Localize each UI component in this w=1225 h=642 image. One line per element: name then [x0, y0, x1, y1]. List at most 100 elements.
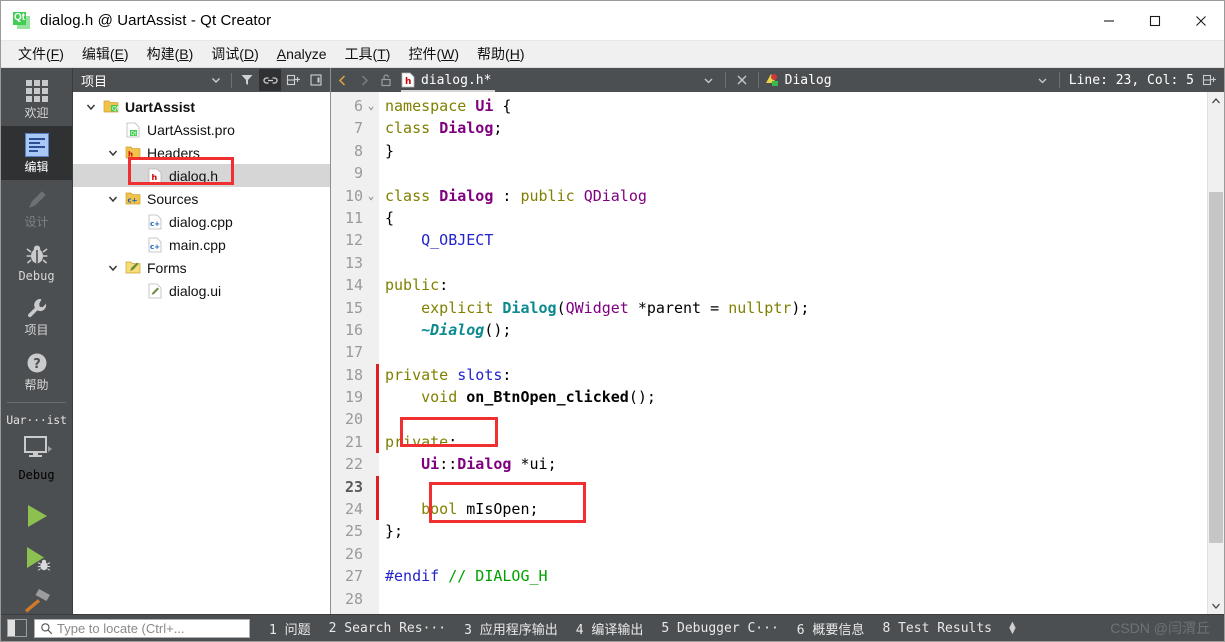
- mode-item-projects[interactable]: 项目: [1, 289, 72, 343]
- status-item-general[interactable]: 6 概要信息: [788, 619, 874, 638]
- code-text[interactable]: namespace Ui {class Dialog;} class Dialo…: [379, 92, 1207, 614]
- fold-marker-icon[interactable]: ⌄: [363, 95, 379, 117]
- run-button[interactable]: [22, 502, 52, 530]
- gutter-line[interactable]: 10 ⌄: [331, 185, 379, 207]
- code-line[interactable]: [379, 341, 1207, 363]
- line-number-gutter[interactable]: 6 ⌄ 7 8 9 10 ⌄ 11 12 13 14 15 16 17 18 19 20 21 22 23 24 25 26…: [331, 92, 379, 614]
- symbol-dropdown-icon[interactable]: [1032, 75, 1054, 86]
- filter-icon[interactable]: [236, 69, 258, 91]
- gutter-line[interactable]: 17: [331, 341, 379, 363]
- menu-item-build[interactable]: 构建(B): [138, 41, 203, 67]
- tree-item-uartassist[interactable]: Qt UartAssist: [73, 95, 330, 118]
- code-line[interactable]: ~Dialog();: [379, 319, 1207, 341]
- editor-tab-dropdown-icon[interactable]: [698, 75, 720, 86]
- code-line[interactable]: void on_BtnOpen_clicked();: [379, 386, 1207, 408]
- menu-item-debug[interactable]: 调试(D): [202, 41, 267, 67]
- gutter-line[interactable]: 15: [331, 297, 379, 319]
- gutter-line[interactable]: 21: [331, 430, 379, 454]
- gutter-line[interactable]: 7: [331, 117, 379, 139]
- code-line[interactable]: namespace Ui {: [379, 95, 1207, 117]
- code-line[interactable]: {: [379, 207, 1207, 229]
- gutter-line[interactable]: 25: [331, 520, 379, 542]
- tree-item-headers[interactable]: h Headers: [73, 141, 330, 164]
- menu-item-tools[interactable]: 工具(T): [336, 41, 400, 67]
- chevron-right-icon[interactable]: [353, 74, 375, 87]
- mode-item-design[interactable]: 设计: [1, 180, 72, 234]
- chevron-down-icon[interactable]: [205, 69, 227, 91]
- gutter-line[interactable]: 18: [331, 363, 379, 387]
- status-item-app-output[interactable]: 3 应用程序输出: [455, 619, 567, 638]
- code-line[interactable]: explicit Dialog(QWidget *parent = nullpt…: [379, 297, 1207, 319]
- code-line[interactable]: private slots:: [379, 364, 1207, 386]
- status-item-issues[interactable]: 1 问题: [260, 619, 320, 638]
- code-line[interactable]: [379, 408, 1207, 430]
- gutter-line[interactable]: 8: [331, 140, 379, 162]
- code-line[interactable]: }: [379, 140, 1207, 162]
- mode-item-welcome[interactable]: 欢迎: [1, 72, 72, 126]
- code-line[interactable]: Q_OBJECT: [379, 229, 1207, 251]
- split-editor-icon[interactable]: [1198, 73, 1220, 88]
- code-line[interactable]: #endif // DIALOG_H: [379, 565, 1207, 587]
- code-line[interactable]: class Dialog;: [379, 117, 1207, 139]
- mode-item-edit[interactable]: 编辑: [1, 125, 72, 181]
- menu-item-help[interactable]: 帮助(H): [468, 41, 533, 67]
- chevron-down-icon[interactable]: [103, 193, 123, 205]
- gutter-line[interactable]: 14: [331, 274, 379, 296]
- build-button[interactable]: [21, 586, 53, 614]
- tree-item-dialog-h[interactable]: h dialog.h: [73, 164, 330, 187]
- gutter-line[interactable]: 19: [331, 386, 379, 409]
- tree-item-sources[interactable]: c+ Sources: [73, 187, 330, 210]
- chevron-down-icon[interactable]: [103, 147, 123, 159]
- symbol-selector[interactable]: Dialog: [764, 72, 1032, 88]
- output-pane-spinner[interactable]: ▲ ▼: [1007, 620, 1018, 637]
- code-line[interactable]: public:: [379, 274, 1207, 296]
- chevron-down-icon[interactable]: [81, 101, 101, 113]
- menu-item-edit[interactable]: 编辑(E): [73, 41, 138, 67]
- menu-item-widgets[interactable]: 控件(W): [399, 41, 468, 67]
- code-line[interactable]: [379, 588, 1207, 610]
- gutter-line[interactable]: 28: [331, 588, 379, 610]
- target-selector[interactable]: [17, 432, 57, 464]
- status-item-debugger[interactable]: 5 Debugger C···: [652, 621, 787, 636]
- gutter-line[interactable]: 13: [331, 252, 379, 274]
- close-editor-icon[interactable]: [731, 74, 753, 86]
- gutter-line[interactable]: 16: [331, 319, 379, 341]
- chevron-left-icon[interactable]: [331, 74, 353, 87]
- scroll-up-arrow[interactable]: [1208, 92, 1224, 109]
- code-line[interactable]: Ui::Dialog *ui;: [379, 453, 1207, 475]
- toggle-sidebar-icon[interactable]: [7, 619, 27, 637]
- tree-item-dialog-cpp[interactable]: c+ dialog.cpp: [73, 210, 330, 233]
- close-panel-icon[interactable]: [305, 69, 327, 91]
- menu-item-file[interactable]: 文件(F): [9, 41, 73, 67]
- status-item-test-results[interactable]: 8 Test Results: [873, 621, 1001, 636]
- gutter-line[interactable]: 27: [331, 565, 379, 587]
- gutter-line[interactable]: 24: [331, 498, 379, 521]
- code-line[interactable]: [379, 543, 1207, 565]
- scroll-down-arrow[interactable]: [1208, 597, 1224, 614]
- code-line[interactable]: [379, 162, 1207, 184]
- code-line[interactable]: };: [379, 520, 1207, 542]
- code-line[interactable]: bool mIsOpen;: [379, 498, 1207, 520]
- gutter-line[interactable]: 11: [331, 207, 379, 229]
- split-icon[interactable]: [282, 69, 304, 91]
- gutter-line[interactable]: 23: [331, 475, 379, 499]
- vertical-scrollbar[interactable]: [1207, 92, 1224, 614]
- link-icon[interactable]: [259, 69, 281, 91]
- gutter-line[interactable]: 6 ⌄: [331, 95, 379, 117]
- mode-item-debug[interactable]: Debug: [1, 235, 72, 289]
- gutter-line[interactable]: 26: [331, 543, 379, 565]
- code-line[interactable]: private:: [379, 431, 1207, 453]
- unlocked-icon[interactable]: [375, 73, 397, 87]
- debug-button[interactable]: [22, 544, 52, 572]
- code-line[interactable]: [379, 476, 1207, 498]
- scrollbar-track[interactable]: [1208, 109, 1224, 597]
- code-scroll-area[interactable]: 6 ⌄ 7 8 9 10 ⌄ 11 12 13 14 15 16 17 18 19 20 21 22 23 24 25 26…: [331, 92, 1207, 614]
- gutter-line[interactable]: 9: [331, 162, 379, 184]
- code-line[interactable]: class Dialog : public QDialog: [379, 185, 1207, 207]
- tree-item-uartassist-pro[interactable]: Qt UartAssist.pro: [73, 118, 330, 141]
- mode-item-help[interactable]: ? 帮助: [1, 344, 72, 398]
- tree-item-forms[interactable]: Forms: [73, 256, 330, 279]
- gutter-line[interactable]: 20: [331, 408, 379, 431]
- locator-input[interactable]: Type to locate (Ctrl+...: [34, 618, 250, 638]
- tree-item-main-cpp[interactable]: c+ main.cpp: [73, 233, 330, 256]
